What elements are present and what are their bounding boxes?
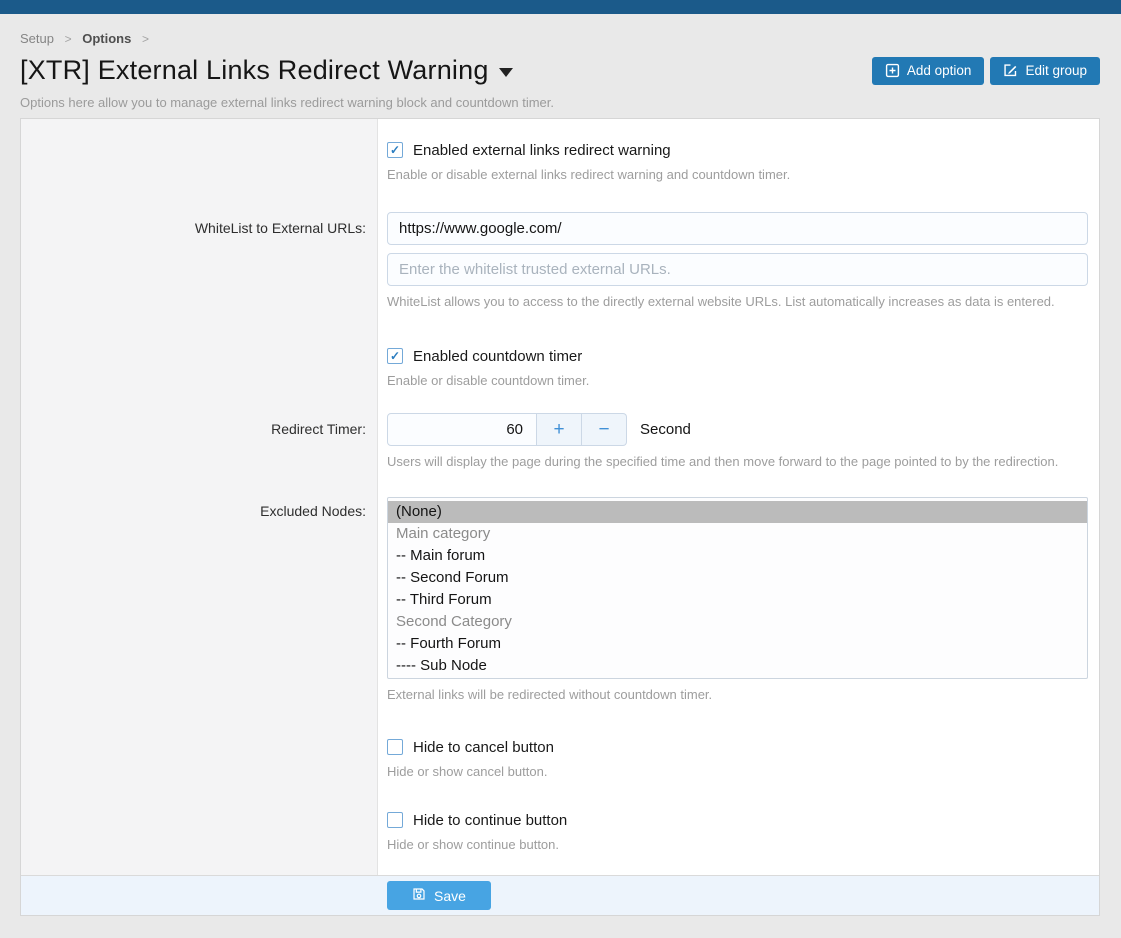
- breadcrumb: Setup > Options >: [20, 31, 1100, 46]
- redirect-timer-input[interactable]: [387, 413, 537, 446]
- hide-continue-description: Hide or show continue button.: [387, 837, 1088, 852]
- list-option-sub-node[interactable]: ---- Sub Node: [388, 655, 1087, 677]
- page-description: Options here allow you to manage externa…: [20, 95, 1100, 110]
- add-option-label: Add option: [907, 63, 972, 78]
- hide-cancel-label[interactable]: Hide to cancel button: [413, 739, 554, 756]
- edit-group-button[interactable]: Edit group: [990, 57, 1100, 85]
- hide-cancel-description: Hide or show cancel button.: [387, 764, 1088, 779]
- hide-continue-label[interactable]: Hide to continue button: [413, 812, 567, 829]
- enable-countdown-checkbox[interactable]: [387, 348, 403, 364]
- timer-decrement-button[interactable]: −: [582, 413, 627, 446]
- hide-cancel-checkbox-row[interactable]: Hide to cancel button: [387, 736, 1088, 758]
- row-redirect-timer: Redirect Timer: + − Second Users will di…: [21, 413, 1099, 469]
- row-whitelist: WhiteList to External URLs: WhiteList al…: [21, 212, 1099, 309]
- enable-countdown-checkbox-row[interactable]: Enabled countdown timer: [387, 345, 1088, 367]
- options-form: Enabled external links redirect warning …: [20, 118, 1100, 916]
- page-header: Setup > Options > [XTR] External Links R…: [0, 14, 1121, 110]
- excluded-nodes-listbox[interactable]: (None) Main category -- Main forum -- Se…: [387, 497, 1088, 679]
- hide-cancel-checkbox[interactable]: [387, 739, 403, 755]
- admin-top-bar: [0, 0, 1121, 14]
- list-option-third-forum[interactable]: -- Third Forum: [388, 589, 1087, 611]
- floppy-disk-icon: [412, 887, 426, 904]
- whitelist-url-input[interactable]: [387, 212, 1088, 245]
- excluded-nodes-label: Excluded Nodes:: [21, 497, 377, 702]
- whitelist-label: WhiteList to External URLs:: [21, 212, 377, 309]
- enable-warning-checkbox-row[interactable]: Enabled external links redirect warning: [387, 139, 1088, 161]
- form-footer: Save: [21, 875, 1099, 915]
- list-option-main-forum[interactable]: -- Main forum: [388, 545, 1087, 567]
- add-option-button[interactable]: Add option: [872, 57, 985, 85]
- list-option-main-category[interactable]: Main category: [388, 523, 1087, 545]
- enable-countdown-description: Enable or disable countdown timer.: [387, 373, 1088, 388]
- list-option-second-forum[interactable]: -- Second Forum: [388, 567, 1087, 589]
- hide-continue-checkbox-row[interactable]: Hide to continue button: [387, 809, 1088, 831]
- whitelist-new-url-input[interactable]: [387, 253, 1088, 286]
- timer-unit-label: Second: [640, 421, 691, 438]
- row-excluded-nodes: Excluded Nodes: (None) Main category -- …: [21, 497, 1099, 702]
- list-option-none[interactable]: (None): [388, 501, 1087, 523]
- plus-square-icon: [885, 63, 900, 78]
- hide-continue-checkbox[interactable]: [387, 812, 403, 828]
- save-button-label: Save: [434, 888, 466, 904]
- enable-warning-checkbox[interactable]: [387, 142, 403, 158]
- enable-warning-label[interactable]: Enabled external links redirect warning: [413, 142, 671, 159]
- pencil-square-icon: [1003, 63, 1018, 78]
- page-title: [XTR] External Links Redirect Warning: [20, 55, 489, 86]
- redirect-timer-label: Redirect Timer:: [21, 413, 377, 469]
- redirect-timer-description: Users will display the page during the s…: [387, 454, 1088, 469]
- row-enable-countdown: Enabled countdown timer Enable or disabl…: [21, 345, 1099, 388]
- save-button[interactable]: Save: [387, 881, 491, 910]
- list-option-second-category[interactable]: Second Category: [388, 611, 1087, 633]
- row-hide-cancel: Hide to cancel button Hide or show cance…: [21, 736, 1099, 779]
- excluded-nodes-description: External links will be redirected withou…: [387, 687, 1088, 702]
- caret-down-icon[interactable]: [499, 68, 513, 77]
- row-hide-continue: Hide to continue button Hide or show con…: [21, 809, 1099, 852]
- breadcrumb-setup[interactable]: Setup: [20, 31, 54, 46]
- whitelist-description: WhiteList allows you to access to the di…: [387, 294, 1088, 309]
- edit-group-label: Edit group: [1025, 63, 1087, 78]
- chevron-right-icon: >: [142, 32, 149, 46]
- timer-increment-button[interactable]: +: [537, 413, 582, 446]
- row-enable-warning: Enabled external links redirect warning …: [21, 139, 1099, 182]
- breadcrumb-options[interactable]: Options: [82, 31, 131, 46]
- enable-countdown-label[interactable]: Enabled countdown timer: [413, 348, 582, 365]
- enable-warning-description: Enable or disable external links redirec…: [387, 167, 1088, 182]
- chevron-right-icon: >: [65, 32, 72, 46]
- list-option-fourth-forum[interactable]: -- Fourth Forum: [388, 633, 1087, 655]
